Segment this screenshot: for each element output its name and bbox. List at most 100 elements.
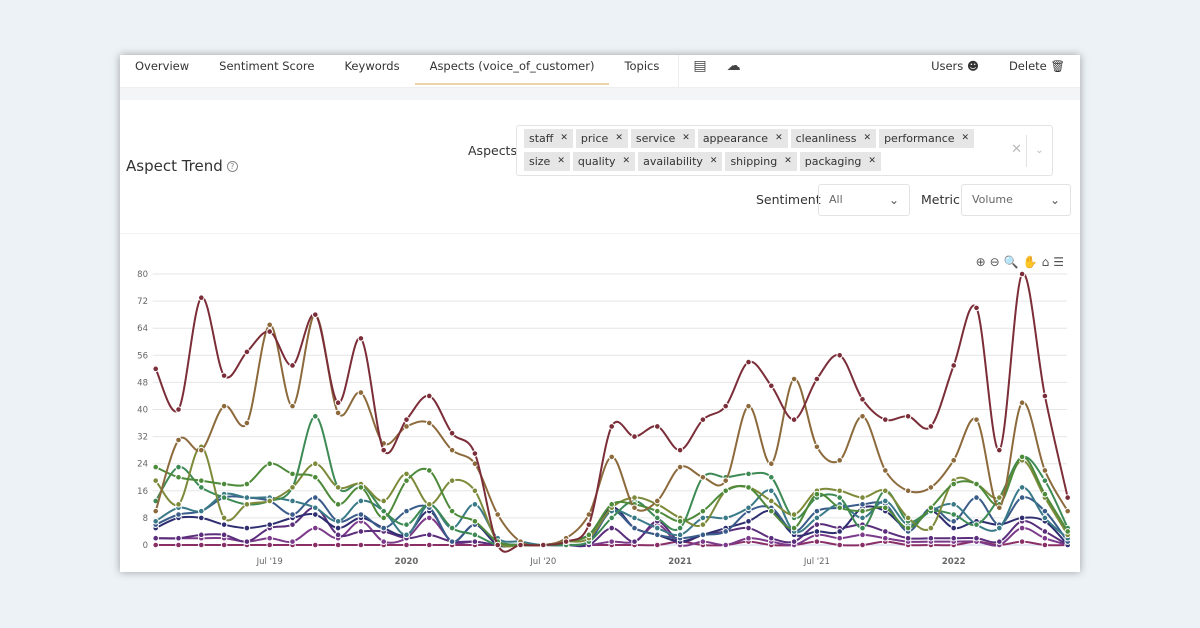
data-point	[266, 460, 273, 468]
data-point	[152, 463, 160, 471]
data-point	[745, 484, 752, 491]
data-point	[1041, 528, 1049, 535]
data-point	[882, 534, 889, 542]
data-point	[357, 511, 365, 518]
data-point	[312, 473, 319, 481]
data-point	[631, 504, 638, 512]
data-point	[198, 484, 205, 491]
data-point	[220, 514, 228, 522]
data-point	[608, 524, 616, 532]
data-point	[380, 446, 388, 454]
data-point	[927, 504, 935, 512]
data-point	[768, 497, 775, 505]
data-point	[152, 365, 160, 373]
data-point	[403, 477, 410, 484]
data-point	[494, 511, 502, 518]
data-point	[289, 470, 296, 478]
y-tick-label: 16	[137, 487, 148, 497]
data-point	[152, 477, 160, 484]
data-point	[882, 528, 889, 535]
data-point	[357, 335, 365, 342]
data-point	[448, 429, 456, 437]
data-point	[243, 524, 251, 532]
data-point	[198, 507, 205, 515]
data-point	[768, 487, 775, 495]
data-point	[950, 511, 958, 518]
data-point	[927, 484, 935, 491]
data-point	[813, 490, 821, 498]
data-point	[357, 528, 365, 535]
data-point	[654, 507, 661, 515]
data-point	[426, 467, 433, 474]
data-point	[631, 524, 638, 532]
data-point	[950, 501, 958, 508]
data-point	[973, 480, 980, 488]
data-point	[608, 538, 616, 545]
data-point	[836, 457, 844, 464]
data-point	[745, 358, 752, 366]
data-point	[426, 541, 433, 549]
data-point	[676, 463, 684, 471]
data-point	[654, 514, 661, 522]
data-point	[220, 541, 228, 549]
data-point	[996, 504, 1003, 512]
data-point	[448, 477, 456, 484]
x-tick-label: 2022	[942, 557, 966, 567]
x-tick-label: 2021	[668, 557, 692, 567]
y-tick-label: 32	[137, 433, 148, 443]
data-point	[448, 538, 456, 545]
data-point	[676, 446, 684, 454]
data-point	[950, 534, 958, 542]
data-point	[403, 470, 410, 478]
data-point	[608, 453, 616, 461]
data-point	[699, 538, 707, 545]
data-point	[334, 517, 342, 525]
data-point	[380, 507, 388, 515]
data-point	[699, 514, 707, 522]
data-point	[676, 517, 684, 525]
data-point	[289, 484, 296, 491]
data-point	[859, 494, 866, 501]
data-point	[973, 304, 980, 312]
data-point	[1041, 514, 1049, 522]
data-point	[471, 531, 479, 539]
data-point	[471, 450, 479, 457]
data-point	[699, 507, 707, 515]
data-point	[1018, 524, 1026, 532]
data-point	[266, 541, 273, 549]
data-point	[471, 517, 479, 525]
data-point	[768, 534, 775, 542]
data-point	[243, 480, 251, 488]
data-point	[220, 494, 228, 501]
data-point	[1041, 477, 1049, 484]
data-point	[1064, 494, 1072, 501]
data-point	[654, 423, 661, 430]
data-point	[312, 511, 319, 518]
data-point	[220, 521, 228, 528]
data-point	[1018, 514, 1026, 522]
data-point	[1041, 541, 1049, 549]
data-point	[813, 528, 821, 535]
data-point	[790, 416, 798, 423]
data-point	[813, 538, 821, 545]
data-point	[471, 501, 479, 508]
data-point	[836, 504, 844, 512]
data-point	[357, 541, 365, 549]
data-point	[836, 528, 844, 535]
data-point	[608, 514, 616, 522]
data-point	[996, 538, 1003, 545]
data-point	[289, 497, 296, 505]
data-point	[813, 443, 821, 451]
data-point	[996, 446, 1003, 454]
data-point	[1041, 467, 1049, 474]
data-point	[699, 416, 707, 423]
data-point	[312, 412, 319, 420]
data-point	[334, 399, 342, 407]
data-point	[859, 412, 866, 420]
data-point	[722, 402, 730, 410]
data-point	[175, 436, 182, 444]
data-point	[1018, 399, 1026, 407]
data-point	[836, 494, 844, 501]
data-point	[426, 514, 433, 522]
data-point	[859, 514, 866, 522]
